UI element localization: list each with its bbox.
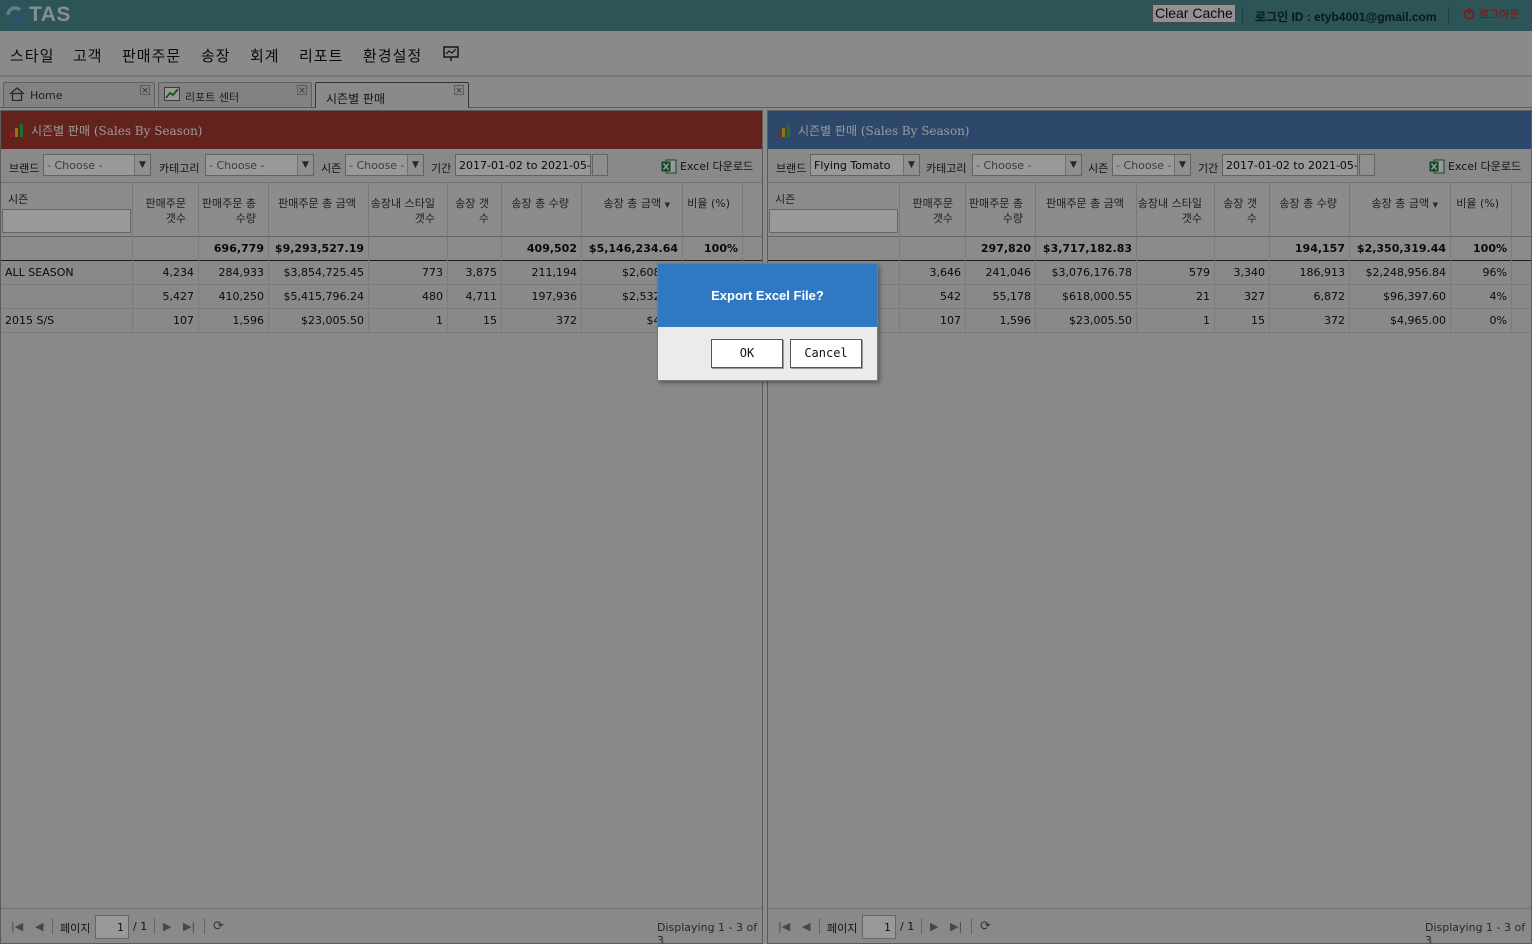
export-dialog: Export Excel File? OK Cancel xyxy=(657,263,878,381)
modal-overlay xyxy=(0,0,1532,944)
dialog-message: Export Excel File? xyxy=(658,264,877,327)
cancel-button[interactable]: Cancel xyxy=(790,339,862,368)
app-window: TAS Clear Cache 로그인 ID : etyb4001@gmail.… xyxy=(0,0,1532,944)
ok-button[interactable]: OK xyxy=(711,339,783,368)
